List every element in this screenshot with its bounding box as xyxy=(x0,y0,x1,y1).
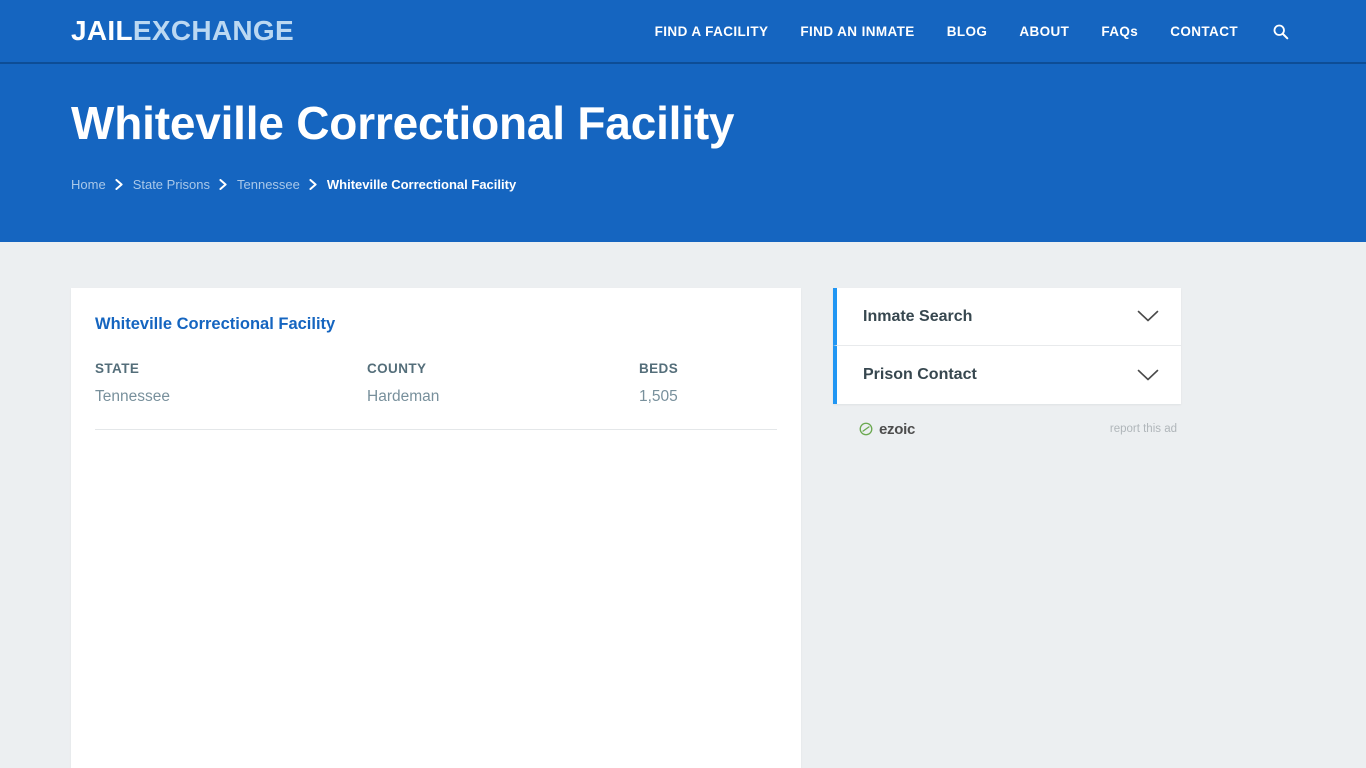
breadcrumb-item-tennessee[interactable]: Tennessee xyxy=(237,178,300,191)
sidebar: Inmate Search Prison Contact ezoic repor… xyxy=(833,288,1181,440)
main-content: Whiteville Correctional Facility STATE T… xyxy=(63,242,1303,768)
breadcrumb: Home State Prisons Tennessee Whiteville … xyxy=(71,178,1295,191)
ezoic-logo[interactable]: ezoic xyxy=(859,421,915,438)
nav-item-contact[interactable]: CONTACT xyxy=(1154,24,1254,39)
page-hero: Whiteville Correctional Facility Home St… xyxy=(0,64,1366,242)
fact-beds-value: 1,505 xyxy=(639,388,678,406)
search-icon xyxy=(1273,24,1289,39)
fact-county-label: COUNTY xyxy=(367,361,427,377)
fact-state: STATE Tennessee xyxy=(95,361,367,406)
sidebar-accordion: Inmate Search Prison Contact xyxy=(833,288,1181,404)
fact-state-value: Tennessee xyxy=(95,388,170,406)
logo-text-primary: JAIL xyxy=(71,15,133,46)
breadcrumb-item-state-prisons[interactable]: State Prisons xyxy=(133,178,210,191)
accordion-item-prison-contact[interactable]: Prison Contact xyxy=(833,346,1181,404)
chevron-down-icon xyxy=(1137,369,1159,382)
nav-item-faqs[interactable]: FAQs xyxy=(1085,24,1154,39)
breadcrumb-item-current: Whiteville Correctional Facility xyxy=(326,176,517,192)
hero-container: Whiteville Correctional Facility Home St… xyxy=(63,97,1303,191)
breadcrumb-item-home[interactable]: Home xyxy=(71,178,106,191)
fact-county-value: Hardeman xyxy=(367,388,440,406)
fact-beds: BEDS 1,505 xyxy=(639,361,678,406)
fact-county: COUNTY Hardeman xyxy=(367,361,639,406)
breadcrumb-separator-icon xyxy=(309,178,318,190)
nav-item-about[interactable]: ABOUT xyxy=(1003,24,1085,39)
facility-name-heading: Whiteville Correctional Facility xyxy=(95,315,336,333)
main-navigation: FIND A FACILITY FIND AN INMATE BLOG ABOU… xyxy=(639,23,1295,40)
facility-facts-row: STATE Tennessee COUNTY Hardeman BEDS 1,5… xyxy=(95,361,777,406)
card-empty-body xyxy=(95,430,777,760)
ad-attribution-bar: ezoic report this ad xyxy=(833,418,1181,440)
ezoic-mark-icon xyxy=(859,422,873,436)
accordion-item-inmate-search[interactable]: Inmate Search xyxy=(833,288,1181,346)
nav-item-find-a-facility[interactable]: FIND A FACILITY xyxy=(639,24,785,39)
accordion-label-inmate-search: Inmate Search xyxy=(863,307,973,325)
logo-text-secondary: EXCHANGE xyxy=(132,15,294,46)
search-button[interactable] xyxy=(1254,23,1295,40)
nav-item-blog[interactable]: BLOG xyxy=(931,24,1004,39)
nav-item-find-an-inmate[interactable]: FIND AN INMATE xyxy=(784,24,930,39)
fact-beds-label: BEDS xyxy=(639,361,679,377)
report-this-ad-link[interactable]: report this ad xyxy=(1110,423,1177,435)
page-title: Whiteville Correctional Facility xyxy=(71,97,735,149)
accordion-label-prison-contact: Prison Contact xyxy=(863,366,977,383)
chevron-down-icon xyxy=(1137,310,1159,323)
breadcrumb-separator-icon xyxy=(115,178,124,190)
site-logo[interactable]: JAILEXCHANGE xyxy=(71,17,294,45)
breadcrumb-separator-icon xyxy=(219,178,228,190)
facility-details-card: Whiteville Correctional Facility STATE T… xyxy=(71,288,801,768)
header-container: JAILEXCHANGE FIND A FACILITY FIND AN INM… xyxy=(63,0,1303,62)
fact-state-label: STATE xyxy=(95,361,140,377)
site-header: JAILEXCHANGE FIND A FACILITY FIND AN INM… xyxy=(0,0,1366,64)
ezoic-wordmark: ezoic xyxy=(879,420,916,438)
